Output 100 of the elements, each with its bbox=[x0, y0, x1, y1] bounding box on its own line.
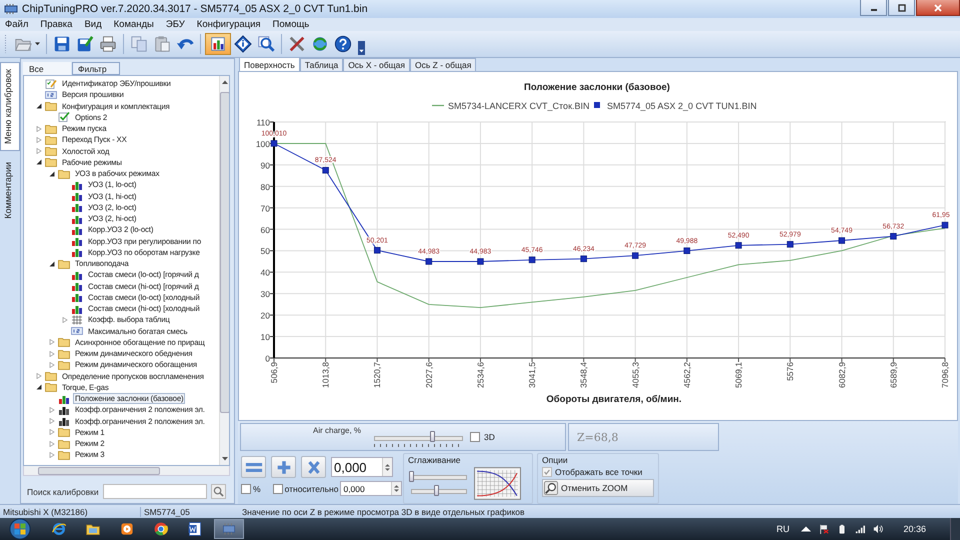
filter-tab[interactable]: Фильтр bbox=[72, 62, 120, 75]
menu-item[interactable]: ЭБУ bbox=[166, 19, 185, 30]
copy-icon bbox=[130, 35, 148, 53]
smoothing-slider[interactable] bbox=[408, 470, 470, 482]
folder-icon bbox=[58, 337, 70, 348]
data-point bbox=[322, 166, 329, 174]
battery-icon[interactable] bbox=[837, 524, 848, 534]
clock[interactable]: 20:36 bbox=[903, 524, 926, 534]
info-diamond-icon bbox=[234, 35, 252, 53]
maximize-button[interactable] bbox=[888, 0, 915, 16]
menu-item[interactable]: Файл bbox=[5, 19, 28, 30]
volume-icon[interactable] bbox=[873, 524, 884, 534]
axis-tick-label: 506,9 bbox=[269, 362, 279, 384]
scroll-up-icon[interactable] bbox=[222, 80, 228, 84]
smoothing-slider[interactable] bbox=[408, 484, 470, 496]
search-button[interactable] bbox=[210, 484, 226, 499]
search-label: Поиск калибровки bbox=[27, 486, 99, 496]
air-charge-slider[interactable] bbox=[371, 431, 466, 447]
spinner-arrows-icon[interactable] bbox=[385, 462, 390, 472]
scroll-down-icon[interactable] bbox=[222, 457, 228, 461]
add-button[interactable] bbox=[271, 456, 296, 478]
printer-icon bbox=[99, 35, 117, 53]
signal-icon[interactable] bbox=[855, 524, 866, 534]
collapsed-arrow-icon[interactable] bbox=[49, 339, 55, 346]
axis-tick-label: 70 bbox=[260, 203, 270, 214]
axis-tick-label: 50 bbox=[260, 246, 270, 256]
axis-tick-label: 5576 bbox=[785, 362, 796, 381]
vertical-scrollbar[interactable] bbox=[219, 76, 229, 465]
checkbox[interactable] bbox=[272, 484, 283, 494]
legend-item: SM5774_05 ASX 2_0 CVT TUN1.BIN bbox=[594, 101, 757, 111]
set-equal-button[interactable] bbox=[241, 456, 266, 478]
axis-tick-label: 6082,9 bbox=[836, 362, 847, 388]
caret-icon[interactable] bbox=[35, 42, 40, 46]
collapsed-arrow-icon[interactable] bbox=[49, 429, 55, 436]
folder-icon bbox=[58, 360, 70, 370]
start-button[interactable] bbox=[8, 518, 32, 540]
toolbar-button[interactable] bbox=[232, 33, 254, 55]
menu-item[interactable]: Конфигурация bbox=[196, 19, 261, 30]
toolbar-overflow-icon[interactable] bbox=[358, 41, 365, 55]
collapsed-arrow-icon[interactable] bbox=[49, 406, 55, 413]
filter-tab[interactable]: Все bbox=[23, 62, 71, 75]
value-field[interactable]: 0,000 bbox=[331, 457, 393, 477]
expanded-arrow-icon[interactable] bbox=[36, 103, 42, 110]
search-field[interactable] bbox=[102, 484, 207, 499]
checkbox-label: % bbox=[253, 484, 261, 494]
spinner-arrows-icon[interactable] bbox=[394, 484, 400, 493]
menu-item[interactable]: Команды bbox=[114, 19, 154, 30]
collapsed-arrow-icon[interactable] bbox=[49, 440, 55, 447]
expanded-arrow-icon[interactable] bbox=[49, 170, 55, 177]
view-tab[interactable]: Ось Z - общая bbox=[410, 58, 476, 71]
close-button[interactable] bbox=[916, 0, 960, 16]
view-tab[interactable]: Поверхность bbox=[239, 57, 300, 71]
axis-tick-label: 4055,3 bbox=[630, 362, 640, 388]
menu-item[interactable]: Вид bbox=[84, 19, 102, 30]
menu-item[interactable]: Правка bbox=[40, 19, 72, 30]
data-point bbox=[684, 248, 690, 254]
data-point bbox=[528, 256, 536, 264]
minimize-button[interactable] bbox=[860, 0, 887, 16]
expanded-arrow-icon[interactable] bbox=[49, 260, 55, 267]
side-tab[interactable]: Меню калибровок bbox=[0, 62, 20, 152]
folder-icon bbox=[45, 146, 57, 156]
side-tab[interactable]: Комментарии bbox=[0, 155, 20, 226]
collapsed-arrow-icon[interactable] bbox=[49, 418, 55, 424]
multiply-button[interactable] bbox=[301, 456, 326, 478]
minimize-icon bbox=[870, 9, 876, 11]
checkbox[interactable] bbox=[470, 432, 480, 442]
collapsed-arrow-icon[interactable] bbox=[36, 136, 42, 143]
expanded-arrow-icon[interactable] bbox=[36, 384, 42, 390]
axis-title: Обороты двигателя, об/мин. bbox=[546, 394, 682, 405]
axis-tick-label: 100 bbox=[256, 138, 270, 149]
collapsed-arrow-icon[interactable] bbox=[49, 362, 55, 368]
show-hidden-icons-icon[interactable] bbox=[801, 524, 812, 534]
flag-icon[interactable] bbox=[819, 524, 830, 534]
axis-tick-label: 90 bbox=[260, 160, 270, 170]
relative-value-field[interactable]: 0,000 bbox=[340, 481, 402, 496]
collapsed-arrow-icon[interactable] bbox=[36, 126, 42, 132]
reset-zoom-button[interactable]: Отменить ZOOM bbox=[542, 479, 654, 497]
menu-item[interactable]: Помощь bbox=[272, 19, 310, 30]
plus-icon bbox=[274, 460, 292, 474]
view-tab[interactable]: Таблица bbox=[300, 58, 344, 71]
language-indicator[interactable]: RU bbox=[776, 524, 790, 534]
collapsed-arrow-icon[interactable] bbox=[49, 350, 55, 357]
collapsed-arrow-icon[interactable] bbox=[36, 373, 42, 380]
view-tab[interactable]: Ось X - общая bbox=[343, 58, 410, 71]
toolbar-button[interactable] bbox=[205, 33, 231, 55]
legend-item: SM5734-LANCERX CVT_Сток.BIN bbox=[432, 101, 590, 111]
collapsed-arrow-icon[interactable] bbox=[49, 452, 55, 458]
collapsed-arrow-icon[interactable] bbox=[62, 316, 68, 323]
folder-icon bbox=[58, 348, 70, 359]
collapsed-arrow-icon[interactable] bbox=[36, 148, 42, 154]
toolbar-button[interactable] bbox=[332, 33, 354, 55]
window-title: ChipTuningPRO ver.7.2020.34.3017 - SM5774_05 ASX 2_0 CVT Tun1.bin bbox=[22, 3, 368, 15]
axis-tick-label: 7096,8 bbox=[940, 362, 950, 388]
folder-icon bbox=[58, 258, 70, 269]
checkbox[interactable] bbox=[241, 484, 251, 494]
status-text: Значение по оси Z в режиме просмотра 3D в виде отдельных графиков bbox=[241, 506, 525, 516]
expanded-arrow-icon[interactable] bbox=[36, 159, 42, 166]
horizontal-scrollbar[interactable] bbox=[23, 466, 230, 476]
folder-icon bbox=[45, 124, 57, 134]
clipboard-icon bbox=[153, 35, 171, 53]
